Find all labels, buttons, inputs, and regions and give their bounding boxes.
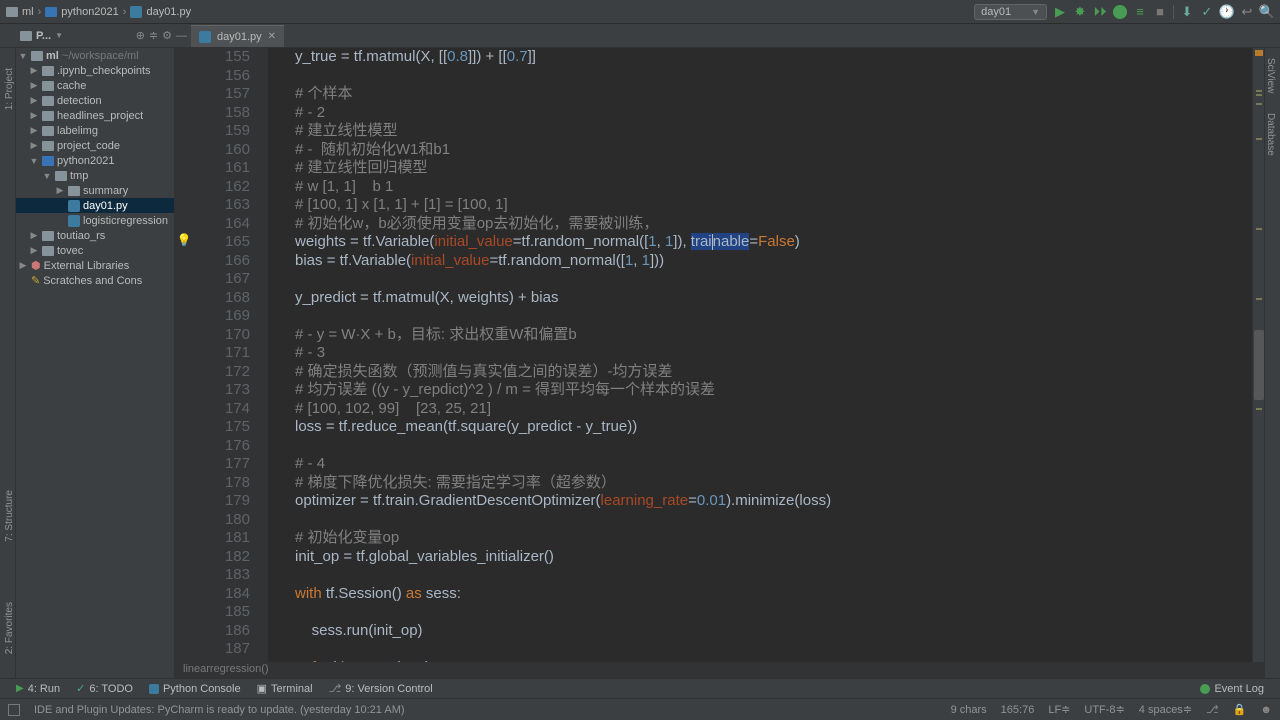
- breadcrumb-file[interactable]: day01.py: [130, 6, 191, 18]
- run-config-dropdown[interactable]: day01▼: [974, 4, 1047, 20]
- python-console-tab[interactable]: Python Console: [141, 683, 249, 695]
- sciview-tool-tab[interactable]: SciView: [1265, 58, 1280, 93]
- bulb-icon[interactable]: 💡: [175, 233, 193, 247]
- tree-item[interactable]: ▶tovec: [16, 243, 174, 258]
- tree-item[interactable]: ▶detection: [16, 93, 174, 108]
- scratches: ✎Scratches and Cons: [16, 273, 174, 288]
- tree-item[interactable]: day01.py: [16, 198, 174, 213]
- status-message: IDE and Plugin Updates: PyCharm is ready…: [34, 704, 405, 716]
- favorites-tool-tab[interactable]: 2: Favorites: [0, 602, 15, 654]
- warning-marker[interactable]: [1255, 50, 1263, 56]
- tab-label: day01.py: [217, 31, 262, 43]
- history-icon[interactable]: 🕐: [1220, 5, 1234, 19]
- file-tab[interactable]: day01.py ✕: [191, 25, 284, 47]
- run-button[interactable]: ▶: [1053, 5, 1067, 19]
- concurrency-button[interactable]: ≡: [1133, 5, 1147, 19]
- update-project-icon[interactable]: ⬇: [1180, 5, 1194, 19]
- external-libraries: ▶⬢External Libraries: [16, 258, 174, 273]
- scroll-from-source-icon[interactable]: ⊕: [136, 29, 145, 42]
- tree-item[interactable]: ▼python2021: [16, 153, 174, 168]
- breadcrumb-folder[interactable]: python2021: [45, 6, 119, 18]
- collapse-icon[interactable]: ≑: [149, 29, 158, 42]
- commit-icon[interactable]: ✓: [1200, 5, 1214, 19]
- tree-item[interactable]: ▶cache: [16, 78, 174, 93]
- debug-button[interactable]: ✸: [1073, 5, 1087, 19]
- scroll-thumb[interactable]: [1254, 330, 1264, 400]
- search-icon[interactable]: 🔍: [1260, 5, 1274, 19]
- folder-icon: [20, 31, 32, 41]
- chevron-down-icon[interactable]: ▼: [55, 31, 63, 40]
- run-coverage-button[interactable]: ⏵⏵: [1093, 5, 1107, 19]
- tree-item[interactable]: ▼tmp: [16, 168, 174, 183]
- structure-tool-tab[interactable]: 7: Structure: [0, 490, 15, 542]
- hektor-icon[interactable]: ☻: [1260, 704, 1272, 716]
- scrollbar[interactable]: [1252, 48, 1264, 662]
- git-branch-icon[interactable]: ⎇: [1206, 703, 1219, 716]
- gutter[interactable]: 1551561571581591601611621631641651661671…: [193, 48, 268, 662]
- breadcrumb-root[interactable]: ml: [6, 6, 34, 18]
- database-tool-tab[interactable]: Database: [1265, 113, 1280, 156]
- project-tree[interactable]: ▼ml ~/workspace/ml ▶.ipynb_checkpoints▶c…: [16, 48, 175, 678]
- profile-button[interactable]: [1113, 5, 1127, 19]
- folder-icon: [31, 51, 43, 61]
- project-root: ▼ml ~/workspace/ml: [16, 48, 174, 63]
- folder-icon: [45, 7, 57, 17]
- hide-icon[interactable]: —: [176, 30, 187, 42]
- lock-icon[interactable]: 🔒: [1233, 703, 1247, 716]
- tree-item[interactable]: ▶toutiao_rs: [16, 228, 174, 243]
- folder-icon: [6, 7, 18, 17]
- status-encoding[interactable]: UTF-8≑: [1084, 703, 1124, 716]
- revert-icon[interactable]: ↩: [1240, 5, 1254, 19]
- code-editor[interactable]: y_true = tf.matmul(X, [[0.8]]) + [[0.7]]…: [268, 48, 1252, 662]
- vcs-tab[interactable]: ⎇9: Version Control: [321, 682, 441, 695]
- tree-item[interactable]: ▶.ipynb_checkpoints: [16, 63, 174, 78]
- tree-item[interactable]: ▶headlines_project: [16, 108, 174, 123]
- terminal-tab[interactable]: ▣Terminal: [249, 682, 321, 695]
- python-file-icon: [199, 31, 211, 43]
- python-file-icon: [130, 6, 142, 18]
- project-panel-label: P...: [36, 30, 51, 42]
- tree-item[interactable]: ▶labelimg: [16, 123, 174, 138]
- tree-item[interactable]: logisticregression: [16, 213, 174, 228]
- breadcrumb-function[interactable]: linearregression(): [175, 662, 1264, 678]
- breadcrumb: ml › python2021 › day01.py: [6, 6, 974, 18]
- todo-tool-tab[interactable]: ✓6: TODO: [68, 682, 141, 695]
- project-tool-tab[interactable]: 1: Project: [0, 68, 15, 110]
- status-indent[interactable]: 4 spaces≑: [1139, 703, 1192, 716]
- tree-item[interactable]: ▶summary: [16, 183, 174, 198]
- gear-icon[interactable]: ⚙: [162, 29, 172, 42]
- status-line-sep[interactable]: LF≑: [1048, 703, 1070, 716]
- status-chars: 9 chars: [951, 704, 987, 716]
- close-icon[interactable]: ✕: [268, 31, 276, 42]
- stop-button[interactable]: ■: [1153, 5, 1167, 19]
- status-position[interactable]: 165:76: [1001, 704, 1035, 716]
- run-tool-tab[interactable]: ▶4: Run: [8, 683, 68, 695]
- chevron-down-icon: ▼: [1031, 7, 1040, 17]
- tool-windows-icon[interactable]: [8, 704, 20, 716]
- event-log-tab[interactable]: Event Log: [1192, 683, 1272, 695]
- tree-item[interactable]: ▶project_code: [16, 138, 174, 153]
